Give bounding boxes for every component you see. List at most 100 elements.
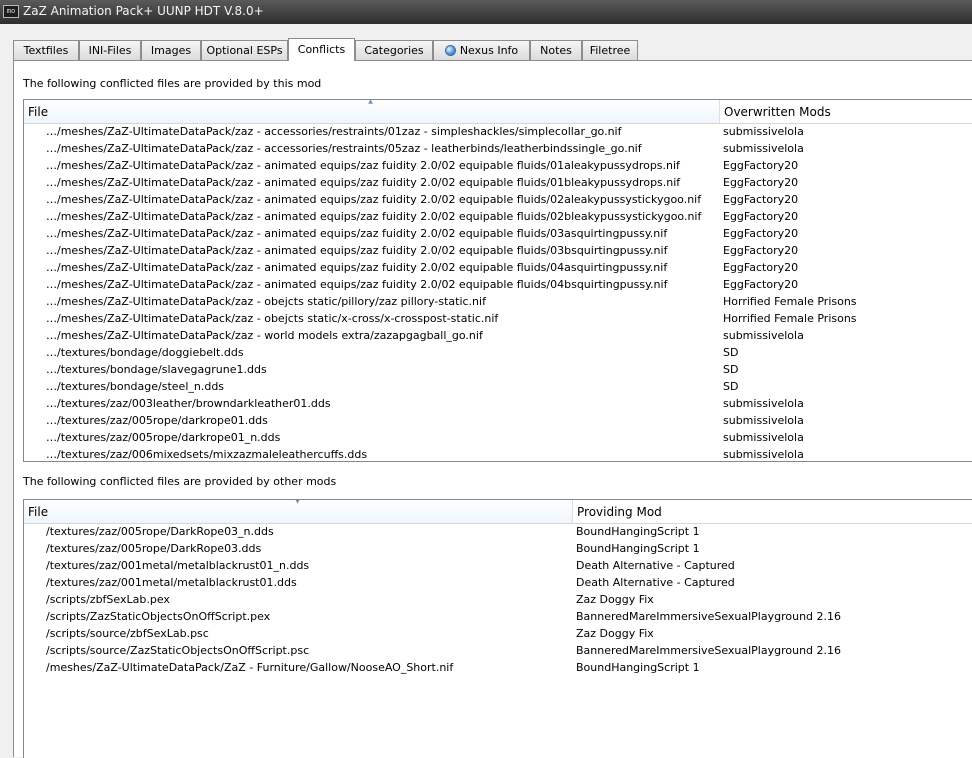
table-row[interactable]: …/textures/bondage/doggiebelt.dds SD	[24, 344, 972, 361]
tab-label: Categories	[364, 44, 424, 57]
tab-filetree[interactable]: Filetree	[582, 40, 638, 60]
mod-name-cell: Zaz Doggy Fix	[576, 627, 654, 640]
table-row[interactable]: …/meshes/ZaZ-UltimateDataPack/zaz - obej…	[24, 310, 972, 327]
table-row[interactable]: …/textures/bondage/steel_n.dds SD	[24, 378, 972, 395]
tab-optional-esps[interactable]: Optional ESPs	[201, 40, 288, 60]
table-row[interactable]: /scripts/source/ZazStaticObjectsOnOffScr…	[24, 642, 972, 659]
table-row[interactable]: /textures/zaz/001metal/metalblackrust01_…	[24, 557, 972, 574]
mod-name-cell: Horrified Female Prisons	[723, 312, 857, 325]
tab-label: Optional ESPs	[206, 44, 283, 57]
other-mods-conflicts-table[interactable]: File ▼ Providing Mod /textures/zaz/005ro…	[23, 499, 972, 758]
mod-name-cell: submissivelola	[723, 397, 804, 410]
file-path-cell: /scripts/ZazStaticObjectsOnOffScript.pex	[46, 610, 271, 623]
table-row[interactable]: …/meshes/ZaZ-UltimateDataPack/zaz - anim…	[24, 208, 972, 225]
mod-name-cell: BoundHangingScript 1	[576, 661, 700, 674]
file-path-cell: …/meshes/ZaZ-UltimateDataPack/zaz - anim…	[46, 193, 702, 206]
table-row[interactable]: /scripts/ZazStaticObjectsOnOffScript.pex…	[24, 608, 972, 625]
file-path-cell: …/meshes/ZaZ-UltimateDataPack/zaz - anim…	[46, 176, 681, 189]
file-path-cell: /scripts/zbfSexLab.pex	[46, 593, 170, 606]
column-header-overwritten-mods[interactable]: Overwritten Mods	[720, 100, 972, 123]
mod-name-cell: EggFactory20	[723, 261, 799, 274]
tab-notes[interactable]: Notes	[530, 40, 582, 60]
file-path-cell: …/meshes/ZaZ-UltimateDataPack/zaz - anim…	[46, 159, 680, 172]
tab-label: Notes	[540, 44, 572, 57]
file-path-cell: …/textures/bondage/steel_n.dds	[46, 380, 225, 393]
mod-name-cell: SD	[723, 346, 739, 359]
table-row[interactable]: …/meshes/ZaZ-UltimateDataPack/zaz - acce…	[24, 123, 972, 140]
tab-nexus-info[interactable]: Nexus Info	[433, 40, 530, 60]
tab-label: Textfiles	[23, 44, 69, 57]
mod-name-cell: EggFactory20	[723, 210, 799, 223]
mod-name-cell: EggFactory20	[723, 193, 799, 206]
file-path-cell: …/meshes/ZaZ-UltimateDataPack/zaz - anim…	[46, 244, 668, 257]
mod-name-cell: submissivelola	[723, 431, 804, 444]
mod-name-cell: SD	[723, 380, 739, 393]
file-path-cell: …/meshes/ZaZ-UltimateDataPack/zaz - obej…	[46, 295, 486, 308]
tab-ini-files[interactable]: INI-Files	[79, 40, 141, 60]
file-path-cell: …/meshes/ZaZ-UltimateDataPack/zaz - anim…	[46, 261, 668, 274]
file-path-cell: …/meshes/ZaZ-UltimateDataPack/zaz - anim…	[46, 210, 702, 223]
table-row[interactable]: /textures/zaz/005rope/DarkRope03_n.dds Bo…	[24, 523, 972, 540]
this-mod-rows: …/meshes/ZaZ-UltimateDataPack/zaz - acce…	[24, 123, 972, 461]
table-row[interactable]: …/textures/zaz/005rope/darkrope01_n.dds s…	[24, 429, 972, 446]
file-path-cell: …/meshes/ZaZ-UltimateDataPack/zaz - anim…	[46, 227, 668, 240]
table-row[interactable]: …/meshes/ZaZ-UltimateDataPack/zaz - anim…	[24, 225, 972, 242]
mod-name-cell: Zaz Doggy Fix	[576, 593, 654, 606]
table-row[interactable]: …/meshes/ZaZ-UltimateDataPack/zaz - anim…	[24, 174, 972, 191]
tab-textfiles[interactable]: Textfiles	[13, 40, 79, 60]
mod-name-cell: Death Alternative - Captured	[576, 559, 735, 572]
table-header: File ▼ Providing Mod	[24, 500, 972, 524]
table-row[interactable]: …/textures/bondage/slavegagrune1.dds SD	[24, 361, 972, 378]
table-row[interactable]: …/meshes/ZaZ-UltimateDataPack/zaz - anim…	[24, 191, 972, 208]
file-path-cell: …/meshes/ZaZ-UltimateDataPack/zaz - obej…	[46, 312, 499, 325]
tab-conflicts[interactable]: Conflicts	[288, 38, 355, 61]
table-row[interactable]: …/meshes/ZaZ-UltimateDataPack/zaz - worl…	[24, 327, 972, 344]
mod-name-cell: BanneredMareImmersiveSexualPlayground 2.…	[576, 610, 842, 623]
file-path-cell: …/meshes/ZaZ-UltimateDataPack/zaz - worl…	[46, 329, 483, 342]
table-row[interactable]: …/textures/zaz/005rope/darkrope01.dds sub…	[24, 412, 972, 429]
table-row[interactable]: …/meshes/ZaZ-UltimateDataPack/zaz - obej…	[24, 293, 972, 310]
globe-icon	[444, 45, 456, 56]
file-path-cell: /textures/zaz/005rope/DarkRope03_n.dds	[46, 525, 274, 538]
file-path-cell: /scripts/source/zbfSexLab.psc	[46, 627, 209, 640]
table-row[interactable]: /meshes/ZaZ-UltimateDataPack/ZaZ - Furni…	[24, 659, 972, 676]
table-row[interactable]: …/meshes/ZaZ-UltimateDataPack/zaz - anim…	[24, 259, 972, 276]
this-mod-caption: The following conflicted files are provi…	[23, 77, 322, 90]
table-row[interactable]: …/meshes/ZaZ-UltimateDataPack/zaz - acce…	[24, 140, 972, 157]
mod-name-cell: EggFactory20	[723, 278, 799, 291]
table-row[interactable]: /scripts/zbfSexLab.pex Zaz Doggy Fix	[24, 591, 972, 608]
tab-label: Images	[150, 44, 192, 57]
table-row[interactable]: …/textures/zaz/006mixedsets/mixzazmalele…	[24, 446, 972, 461]
table-row[interactable]: …/meshes/ZaZ-UltimateDataPack/zaz - anim…	[24, 157, 972, 174]
file-path-cell: /scripts/source/ZazStaticObjectsOnOffScr…	[46, 644, 310, 657]
file-path-cell: /textures/zaz/001metal/metalblackrust01.…	[46, 576, 297, 589]
table-row[interactable]: /scripts/source/zbfSexLab.psc Zaz Doggy F…	[24, 625, 972, 642]
file-path-cell: …/meshes/ZaZ-UltimateDataPack/zaz - acce…	[46, 142, 642, 155]
column-header-providing-mod[interactable]: Providing Mod	[573, 500, 972, 523]
file-path-cell: /textures/zaz/001metal/metalblackrust01_…	[46, 559, 310, 572]
mod-name-cell: submissivelola	[723, 414, 804, 427]
this-mod-conflicts-table[interactable]: File ▲ Overwritten Mods …/meshes/ZaZ-Ult…	[23, 99, 972, 462]
file-path-cell: …/textures/zaz/005rope/darkrope01_n.dds	[46, 431, 281, 444]
mod-name-cell: EggFactory20	[723, 227, 799, 240]
table-row[interactable]: /textures/zaz/005rope/DarkRope03.dds Boun…	[24, 540, 972, 557]
file-path-cell: /meshes/ZaZ-UltimateDataPack/ZaZ - Furni…	[46, 661, 454, 674]
table-row[interactable]: /textures/zaz/001metal/metalblackrust01.…	[24, 574, 972, 591]
conflicts-panel: The following conflicted files are provi…	[13, 60, 972, 758]
tab-images[interactable]: Images	[141, 40, 201, 60]
mod-name-cell: EggFactory20	[723, 176, 799, 189]
tab-label: Filetree	[589, 44, 631, 57]
mod-name-cell: BanneredMareImmersiveSexualPlayground 2.…	[576, 644, 842, 657]
file-path-cell: …/textures/zaz/003leather/browndarkleath…	[46, 397, 331, 410]
table-row[interactable]: …/meshes/ZaZ-UltimateDataPack/zaz - anim…	[24, 242, 972, 259]
mod-name-cell: Death Alternative - Captured	[576, 576, 735, 589]
table-row[interactable]: …/textures/zaz/003leather/browndarkleath…	[24, 395, 972, 412]
tab-label: Nexus Info	[459, 44, 519, 57]
mod-name-cell: EggFactory20	[723, 244, 799, 257]
tab-label: INI-Files	[88, 44, 132, 57]
mod-name-cell: Horrified Female Prisons	[723, 295, 857, 308]
window-title: ZaZ Animation Pack+ UUNP HDT V.8.0+	[23, 4, 264, 18]
file-path-cell: …/meshes/ZaZ-UltimateDataPack/zaz - anim…	[46, 278, 668, 291]
tab-categories[interactable]: Categories	[355, 40, 433, 60]
table-row[interactable]: …/meshes/ZaZ-UltimateDataPack/zaz - anim…	[24, 276, 972, 293]
